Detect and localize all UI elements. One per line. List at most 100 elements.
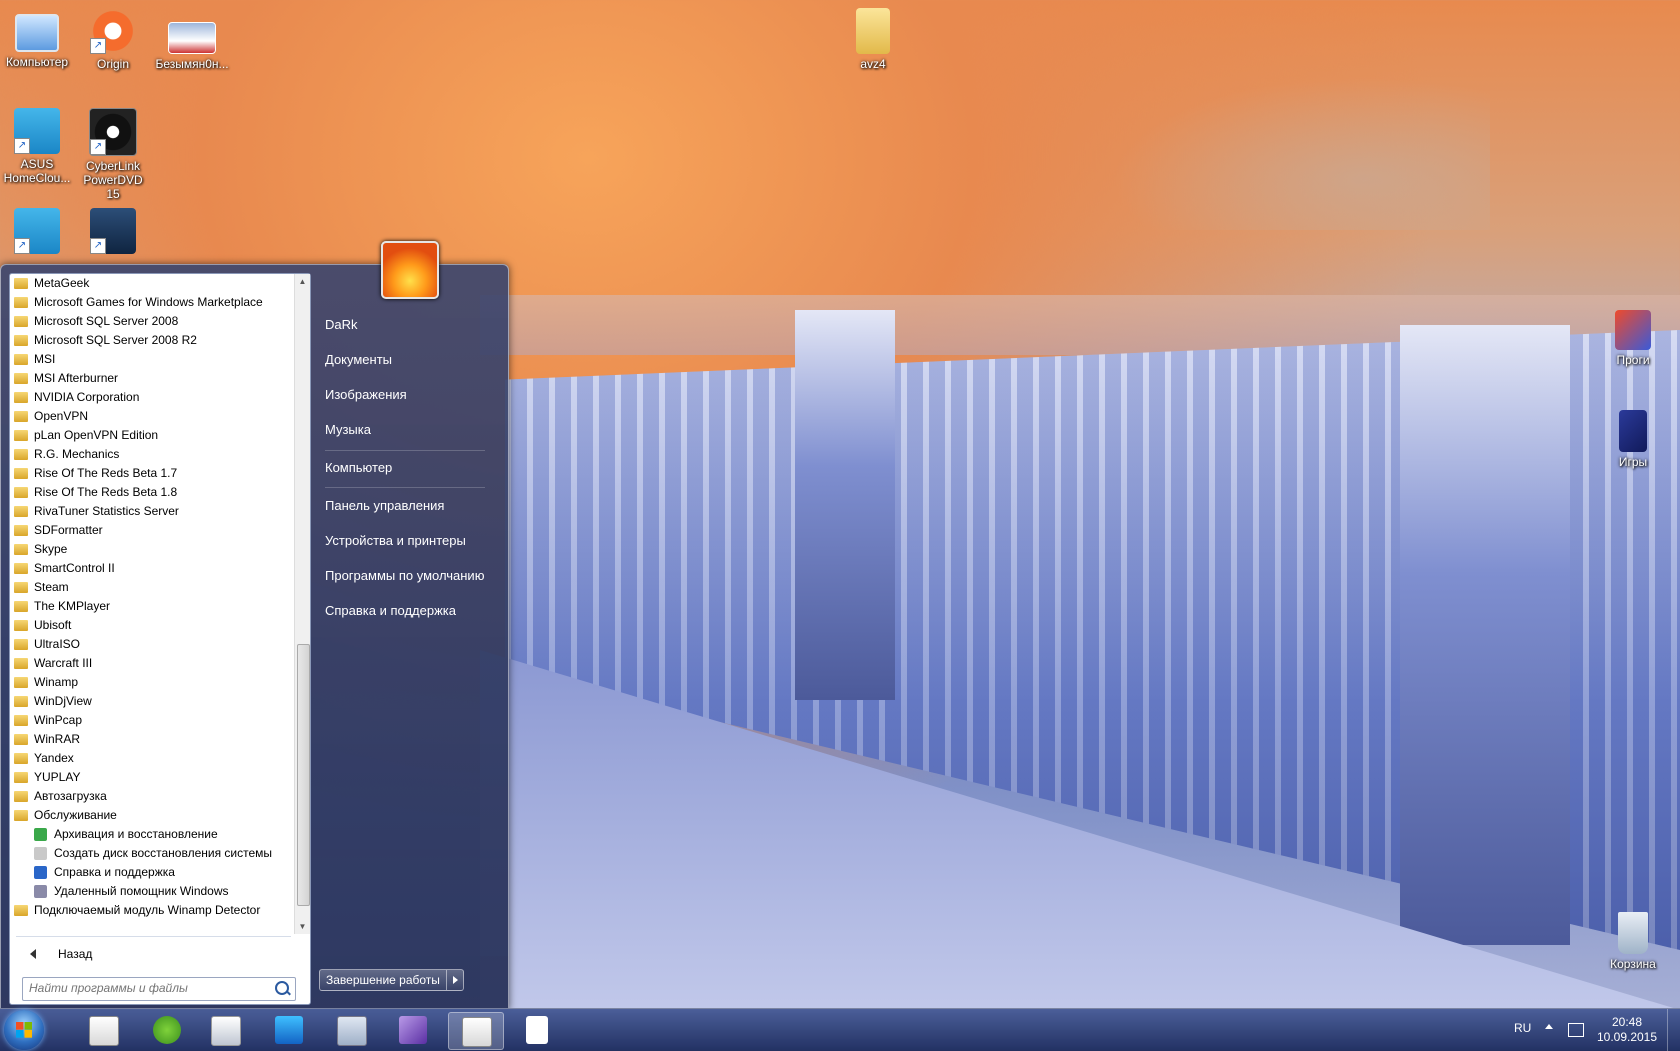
search-input[interactable] bbox=[23, 978, 273, 998]
program-list-item[interactable]: MSI Afterburner bbox=[10, 369, 295, 388]
start-right-devices-printers[interactable]: Устройства и принтеры bbox=[315, 526, 495, 556]
taskbar-app-document-active[interactable] bbox=[448, 1012, 504, 1050]
desktop-icon-image-file[interactable]: Безымян0н... bbox=[152, 8, 232, 71]
taskbar-app-visual-studio[interactable] bbox=[386, 1012, 440, 1048]
folder-icon bbox=[14, 601, 28, 612]
cloud-icon: ↗ bbox=[14, 208, 60, 254]
taskbar-app-media-player[interactable] bbox=[198, 1012, 252, 1048]
program-list-item[interactable]: MSI bbox=[10, 350, 295, 369]
program-label: Microsoft SQL Server 2008 R2 bbox=[34, 333, 197, 347]
program-list-item[interactable]: NVIDIA Corporation bbox=[10, 388, 295, 407]
desktop-icon-origin[interactable]: ↗ Origin bbox=[76, 8, 150, 71]
desktop-icon-asus-homecloud[interactable]: ↗ ASUS HomeClou... bbox=[0, 108, 74, 185]
taskbar-app-utorrent[interactable] bbox=[140, 1012, 194, 1048]
program-list-item[interactable]: Skype bbox=[10, 540, 295, 559]
program-list-item[interactable]: UltraISO bbox=[10, 635, 295, 654]
program-list-item[interactable]: WinRAR bbox=[10, 730, 295, 749]
programs-scrollbar[interactable]: ▲ ▼ bbox=[294, 274, 310, 934]
back-button[interactable]: Назад bbox=[18, 942, 288, 966]
shutdown-options-arrow[interactable] bbox=[446, 969, 464, 991]
program-list-item[interactable]: Microsoft SQL Server 2008 bbox=[10, 312, 295, 331]
desktop-icon-recycle-bin[interactable]: Корзина bbox=[1596, 912, 1670, 971]
language-indicator[interactable]: RU bbox=[1514, 1021, 1531, 1035]
system-clock[interactable]: 20:48 10.09.2015 bbox=[1592, 1015, 1662, 1045]
desktop-icon-avz4-folder[interactable]: avz4 bbox=[836, 8, 910, 71]
start-right-default-programs[interactable]: Программы по умолчанию bbox=[315, 561, 495, 591]
program-label: WinDjView bbox=[34, 694, 92, 708]
desktop-icon-app[interactable]: ↗ bbox=[76, 208, 150, 257]
desktop-icon-progi[interactable]: Проги bbox=[1596, 310, 1670, 367]
desktop-icon-label: Проги bbox=[1616, 353, 1650, 367]
taskbar-app-calculator[interactable] bbox=[324, 1012, 378, 1048]
program-list-item[interactable]: Ubisoft bbox=[10, 616, 295, 635]
program-list-item[interactable]: Yandex bbox=[10, 749, 295, 768]
desktop-icon-powerdvd[interactable]: ↗ CyberLink PowerDVD 15 bbox=[76, 108, 150, 201]
folder-icon bbox=[14, 677, 28, 688]
blank-document-icon bbox=[526, 1016, 548, 1044]
folder-icon bbox=[14, 696, 28, 707]
program-list-item[interactable]: WinDjView bbox=[10, 692, 295, 711]
taskbar-app-notepad[interactable] bbox=[510, 1012, 564, 1048]
start-right-computer[interactable]: Компьютер bbox=[315, 453, 495, 483]
scroll-down-button[interactable]: ▼ bbox=[295, 919, 310, 934]
program-shortcut-icon bbox=[34, 828, 47, 841]
program-list-item[interactable]: Microsoft SQL Server 2008 R2 bbox=[10, 331, 295, 350]
program-list-item[interactable]: MetaGeek bbox=[10, 274, 295, 293]
program-list-item[interactable]: Обслуживание bbox=[10, 806, 295, 825]
desktop-icon-label: Безымян0н... bbox=[155, 57, 229, 71]
program-list-item[interactable]: R.G. Mechanics bbox=[10, 445, 295, 464]
program-list-item[interactable]: Warcraft III bbox=[10, 654, 295, 673]
program-label: Microsoft SQL Server 2008 bbox=[34, 314, 179, 328]
start-right-documents[interactable]: Документы bbox=[315, 345, 495, 375]
start-right-pictures[interactable]: Изображения bbox=[315, 380, 495, 410]
program-list-item[interactable]: WinPcap bbox=[10, 711, 295, 730]
scroll-up-button[interactable]: ▲ bbox=[295, 274, 310, 289]
program-list-item[interactable]: RivaTuner Statistics Server bbox=[10, 502, 295, 521]
desktop-icon-igry[interactable]: Игры bbox=[1596, 410, 1670, 469]
media-player-icon bbox=[211, 1016, 241, 1046]
taskbar-app-document[interactable] bbox=[76, 1012, 130, 1048]
program-list-item[interactable]: Rise Of The Reds Beta 1.8 bbox=[10, 483, 295, 502]
program-list-item[interactable]: The KMPlayer bbox=[10, 597, 295, 616]
start-button[interactable] bbox=[4, 1010, 44, 1050]
scrollbar-thumb[interactable] bbox=[297, 644, 310, 906]
start-right-control-panel[interactable]: Панель управления bbox=[315, 491, 495, 521]
program-list-item[interactable]: Удаленный помощник Windows bbox=[10, 882, 295, 901]
user-picture[interactable] bbox=[381, 241, 439, 299]
show-desktop-button[interactable] bbox=[1667, 1009, 1680, 1051]
program-list-item[interactable]: Автозагрузка bbox=[10, 787, 295, 806]
folder-icon bbox=[14, 715, 28, 726]
desktop-icon-computer[interactable]: Компьютер bbox=[0, 8, 74, 69]
program-label: Ubisoft bbox=[34, 618, 72, 632]
program-list-item[interactable]: YUPLAY bbox=[10, 768, 295, 787]
folder-icon bbox=[14, 753, 28, 764]
folder-icon bbox=[14, 563, 28, 574]
program-list-item[interactable]: Архивация и восстановление bbox=[10, 825, 295, 844]
program-list-item[interactable]: Создать диск восстановления системы bbox=[10, 844, 295, 863]
program-list-item[interactable]: Winamp bbox=[10, 673, 295, 692]
program-list-item[interactable]: Microsoft Games for Windows Marketplace bbox=[10, 293, 295, 312]
shutdown-button[interactable]: Завершение работы bbox=[319, 969, 447, 991]
program-list-item[interactable]: Rise Of The Reds Beta 1.7 bbox=[10, 464, 295, 483]
start-right-user[interactable]: DaRk bbox=[315, 310, 495, 340]
start-search-box[interactable] bbox=[22, 977, 296, 1001]
program-list-item[interactable]: SmartControl II bbox=[10, 559, 295, 578]
program-list-item[interactable]: SDFormatter bbox=[10, 521, 295, 540]
folder-icon bbox=[14, 468, 28, 479]
program-list-item[interactable]: Справка и поддержка bbox=[10, 863, 295, 882]
program-list-item[interactable]: Steam bbox=[10, 578, 295, 597]
program-list-item[interactable]: Подключаемый модуль Winamp Detector bbox=[10, 901, 295, 920]
shutdown-control: Завершение работы bbox=[319, 969, 464, 991]
wallpaper-snow bbox=[480, 650, 1680, 1010]
start-right-help-support[interactable]: Справка и поддержка bbox=[315, 596, 495, 626]
start-right-music[interactable]: Музыка bbox=[315, 415, 495, 445]
program-list-item[interactable]: pLan OpenVPN Edition bbox=[10, 426, 295, 445]
show-hidden-icons-arrow[interactable] bbox=[1545, 1024, 1553, 1029]
desktop-icon-homecloud-2[interactable]: ↗ bbox=[0, 208, 74, 257]
action-center-flag-icon[interactable] bbox=[1568, 1023, 1584, 1037]
program-label: YUPLAY bbox=[34, 770, 81, 784]
search-icon[interactable] bbox=[275, 981, 289, 995]
all-programs-list[interactable]: MetaGeek Microsoft Games for Windows Mark… bbox=[10, 274, 295, 934]
program-list-item[interactable]: OpenVPN bbox=[10, 407, 295, 426]
taskbar-app-music[interactable] bbox=[262, 1012, 316, 1048]
